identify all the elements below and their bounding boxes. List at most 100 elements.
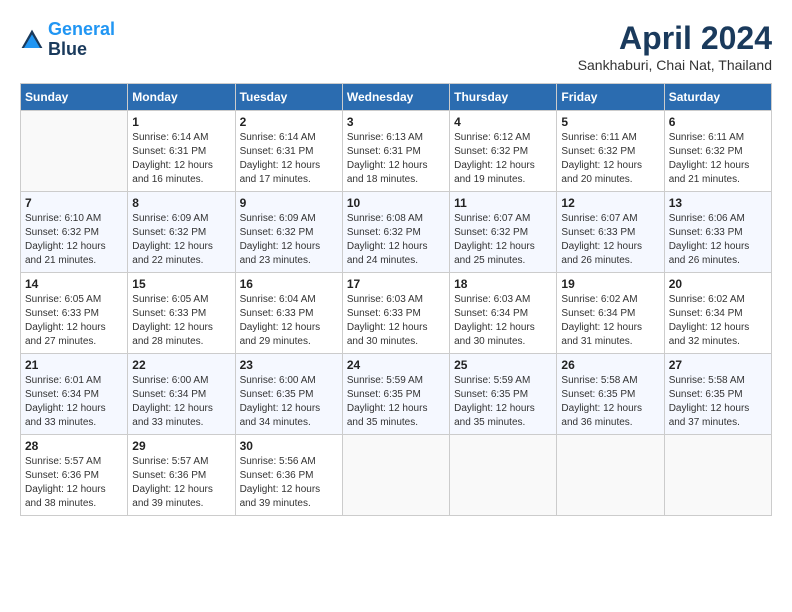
calendar-day-cell: 12 Sunrise: 6:07 AMSunset: 6:33 PMDayligh… <box>557 192 664 273</box>
calendar-week-row: 7 Sunrise: 6:10 AMSunset: 6:32 PMDaylight… <box>21 192 772 273</box>
day-number: 9 <box>240 196 338 210</box>
day-number: 6 <box>669 115 767 129</box>
day-info: Sunrise: 6:02 AMSunset: 6:34 PMDaylight:… <box>669 293 767 349</box>
day-number: 28 <box>25 439 123 453</box>
day-info: Sunrise: 5:57 AMSunset: 6:36 PMDaylight:… <box>25 455 123 511</box>
calendar-day-cell: 23Sunrise: 6:00 AMSunset: 6:35 PMDayligh… <box>235 354 342 435</box>
day-number: 21 <box>25 358 123 372</box>
calendar-day-cell <box>21 111 128 192</box>
calendar-day-cell: 27 Sunrise: 5:58 AMSunset: 6:35 PMDayligh… <box>664 354 771 435</box>
calendar-day-cell: 5 Sunrise: 6:11 AMSunset: 6:32 PMDaylight… <box>557 111 664 192</box>
day-number: 13 <box>669 196 767 210</box>
page-header: General Blue April 2024 Sankhaburi, Chai… <box>20 20 772 73</box>
calendar-day-cell: 30Sunrise: 5:56 AMSunset: 6:36 PMDayligh… <box>235 435 342 516</box>
logo-text: General Blue <box>48 20 115 60</box>
day-info: Sunrise: 6:03 AMSunset: 6:33 PMDaylight:… <box>347 293 445 349</box>
day-info: Sunrise: 6:11 AMSunset: 6:32 PMDaylight:… <box>669 131 767 187</box>
calendar-day-cell: 29Sunrise: 5:57 AMSunset: 6:36 PMDayligh… <box>128 435 235 516</box>
day-info: Sunrise: 5:59 AMSunset: 6:35 PMDaylight:… <box>347 374 445 430</box>
day-header-friday: Friday <box>557 84 664 111</box>
day-number: 19 <box>561 277 659 291</box>
calendar-week-row: 28 Sunrise: 5:57 AMSunset: 6:36 PMDayligh… <box>21 435 772 516</box>
day-number: 12 <box>561 196 659 210</box>
day-info: Sunrise: 6:09 AMSunset: 6:32 PMDaylight:… <box>132 212 230 268</box>
day-header-sunday: Sunday <box>21 84 128 111</box>
day-number: 22 <box>132 358 230 372</box>
day-info: Sunrise: 6:07 AMSunset: 6:32 PMDaylight:… <box>454 212 552 268</box>
day-info: Sunrise: 6:05 AMSunset: 6:33 PMDaylight:… <box>132 293 230 349</box>
day-number: 5 <box>561 115 659 129</box>
calendar-day-cell: 13Sunrise: 6:06 AMSunset: 6:33 PMDayligh… <box>664 192 771 273</box>
calendar-day-cell: 11 Sunrise: 6:07 AMSunset: 6:32 PMDayligh… <box>450 192 557 273</box>
calendar-day-cell: 10 Sunrise: 6:08 AMSunset: 6:32 PMDayligh… <box>342 192 449 273</box>
calendar-day-cell <box>664 435 771 516</box>
day-info: Sunrise: 6:07 AMSunset: 6:33 PMDaylight:… <box>561 212 659 268</box>
calendar-day-cell: 6 Sunrise: 6:11 AMSunset: 6:32 PMDaylight… <box>664 111 771 192</box>
month-title: April 2024 <box>578 20 772 57</box>
day-info: Sunrise: 6:10 AMSunset: 6:32 PMDaylight:… <box>25 212 123 268</box>
day-info: Sunrise: 6:01 AMSunset: 6:34 PMDaylight:… <box>25 374 123 430</box>
day-number: 27 <box>669 358 767 372</box>
day-header-wednesday: Wednesday <box>342 84 449 111</box>
day-number: 14 <box>25 277 123 291</box>
day-info: Sunrise: 6:08 AMSunset: 6:32 PMDaylight:… <box>347 212 445 268</box>
day-info: Sunrise: 6:14 AMSunset: 6:31 PMDaylight:… <box>240 131 338 187</box>
day-info: Sunrise: 5:58 AMSunset: 6:35 PMDaylight:… <box>669 374 767 430</box>
calendar-day-cell: 2 Sunrise: 6:14 AMSunset: 6:31 PMDaylight… <box>235 111 342 192</box>
day-number: 25 <box>454 358 552 372</box>
day-info: Sunrise: 5:56 AMSunset: 6:36 PMDaylight:… <box>240 455 338 511</box>
calendar-table: SundayMondayTuesdayWednesdayThursdayFrid… <box>20 83 772 516</box>
day-number: 11 <box>454 196 552 210</box>
calendar-week-row: 1 Sunrise: 6:14 AMSunset: 6:31 PMDaylight… <box>21 111 772 192</box>
calendar-day-cell: 22 Sunrise: 6:00 AMSunset: 6:34 PMDayligh… <box>128 354 235 435</box>
day-number: 15 <box>132 277 230 291</box>
calendar-header-row: SundayMondayTuesdayWednesdayThursdayFrid… <box>21 84 772 111</box>
calendar-day-cell: 3Sunrise: 6:13 AMSunset: 6:31 PMDaylight… <box>342 111 449 192</box>
calendar-day-cell: 26Sunrise: 5:58 AMSunset: 6:35 PMDayligh… <box>557 354 664 435</box>
day-header-thursday: Thursday <box>450 84 557 111</box>
calendar-day-cell: 4 Sunrise: 6:12 AMSunset: 6:32 PMDaylight… <box>450 111 557 192</box>
day-info: Sunrise: 5:57 AMSunset: 6:36 PMDaylight:… <box>132 455 230 511</box>
day-info: Sunrise: 6:12 AMSunset: 6:32 PMDaylight:… <box>454 131 552 187</box>
day-info: Sunrise: 6:00 AMSunset: 6:35 PMDaylight:… <box>240 374 338 430</box>
day-info: Sunrise: 6:13 AMSunset: 6:31 PMDaylight:… <box>347 131 445 187</box>
day-number: 2 <box>240 115 338 129</box>
day-number: 24 <box>347 358 445 372</box>
calendar-week-row: 21 Sunrise: 6:01 AMSunset: 6:34 PMDayligh… <box>21 354 772 435</box>
calendar-day-cell: 25 Sunrise: 5:59 AMSunset: 6:35 PMDayligh… <box>450 354 557 435</box>
calendar-day-cell: 1 Sunrise: 6:14 AMSunset: 6:31 PMDaylight… <box>128 111 235 192</box>
day-info: Sunrise: 6:00 AMSunset: 6:34 PMDaylight:… <box>132 374 230 430</box>
calendar-day-cell: 7 Sunrise: 6:10 AMSunset: 6:32 PMDaylight… <box>21 192 128 273</box>
day-info: Sunrise: 6:09 AMSunset: 6:32 PMDaylight:… <box>240 212 338 268</box>
day-number: 8 <box>132 196 230 210</box>
day-info: Sunrise: 6:14 AMSunset: 6:31 PMDaylight:… <box>132 131 230 187</box>
calendar-day-cell: 8 Sunrise: 6:09 AMSunset: 6:32 PMDaylight… <box>128 192 235 273</box>
day-number: 7 <box>25 196 123 210</box>
calendar-day-cell <box>342 435 449 516</box>
day-number: 1 <box>132 115 230 129</box>
day-info: Sunrise: 6:03 AMSunset: 6:34 PMDaylight:… <box>454 293 552 349</box>
calendar-day-cell: 16 Sunrise: 6:04 AMSunset: 6:33 PMDayligh… <box>235 273 342 354</box>
calendar-week-row: 14 Sunrise: 6:05 AMSunset: 6:33 PMDayligh… <box>21 273 772 354</box>
day-header-monday: Monday <box>128 84 235 111</box>
calendar-day-cell: 21 Sunrise: 6:01 AMSunset: 6:34 PMDayligh… <box>21 354 128 435</box>
calendar-day-cell: 17Sunrise: 6:03 AMSunset: 6:33 PMDayligh… <box>342 273 449 354</box>
calendar-day-cell: 19 Sunrise: 6:02 AMSunset: 6:34 PMDayligh… <box>557 273 664 354</box>
day-info: Sunrise: 6:04 AMSunset: 6:33 PMDaylight:… <box>240 293 338 349</box>
day-number: 10 <box>347 196 445 210</box>
calendar-day-cell: 14Sunrise: 6:05 AMSunset: 6:33 PMDayligh… <box>21 273 128 354</box>
location: Sankhaburi, Chai Nat, Thailand <box>578 57 772 73</box>
day-number: 16 <box>240 277 338 291</box>
day-info: Sunrise: 6:11 AMSunset: 6:32 PMDaylight:… <box>561 131 659 187</box>
day-header-tuesday: Tuesday <box>235 84 342 111</box>
logo: General Blue <box>20 20 115 60</box>
calendar-day-cell <box>557 435 664 516</box>
calendar-day-cell: 28 Sunrise: 5:57 AMSunset: 6:36 PMDayligh… <box>21 435 128 516</box>
logo-icon <box>20 28 44 52</box>
calendar-day-cell: 20Sunrise: 6:02 AMSunset: 6:34 PMDayligh… <box>664 273 771 354</box>
calendar-day-cell: 18Sunrise: 6:03 AMSunset: 6:34 PMDayligh… <box>450 273 557 354</box>
day-info: Sunrise: 5:59 AMSunset: 6:35 PMDaylight:… <box>454 374 552 430</box>
day-number: 4 <box>454 115 552 129</box>
day-info: Sunrise: 6:02 AMSunset: 6:34 PMDaylight:… <box>561 293 659 349</box>
calendar-day-cell: 15 Sunrise: 6:05 AMSunset: 6:33 PMDayligh… <box>128 273 235 354</box>
